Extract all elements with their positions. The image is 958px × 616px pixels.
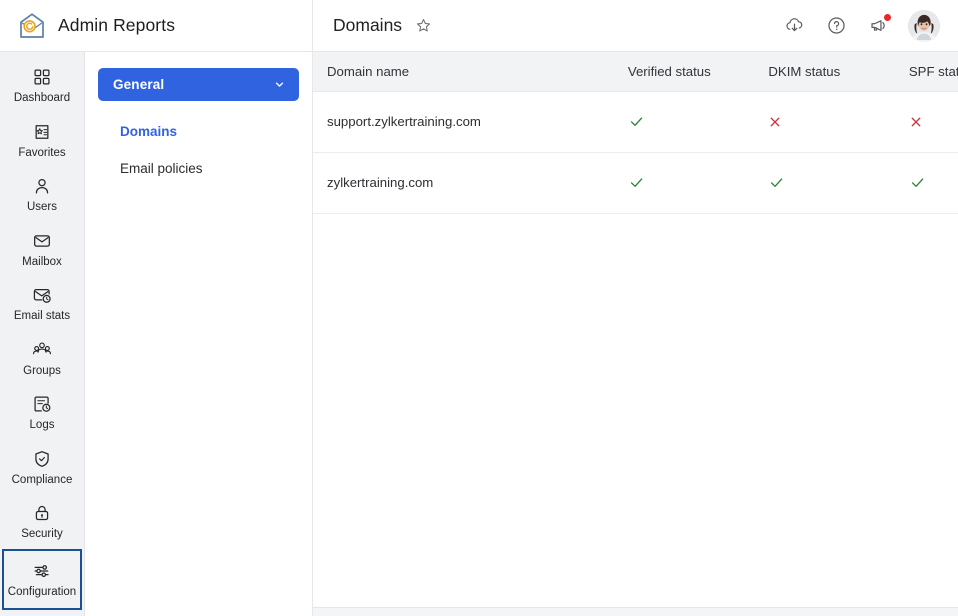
cell-dkim-status (754, 91, 895, 153)
home-mail-logo-icon (20, 12, 44, 38)
user-avatar[interactable] (908, 9, 940, 42)
envelope-clock-icon (31, 284, 53, 306)
sidebar-label: Security (21, 528, 63, 540)
domains-table-scroll[interactable]: Domain name Verified status DKIM status … (313, 52, 958, 607)
cell-spf-status (894, 91, 958, 153)
sidebar-item-mailbox[interactable]: Mailbox (0, 222, 84, 277)
column-header-verified-status[interactable]: Verified status (613, 52, 755, 92)
brand-title: Admin Reports (58, 15, 176, 35)
cell-verified-status (613, 152, 755, 214)
envelope-icon (31, 230, 53, 252)
cell-dkim-status (754, 152, 895, 214)
top-bar: Admin Reports Domains (0, 0, 958, 52)
sidebar-label: Logs (29, 419, 55, 431)
people-group-icon (31, 339, 53, 361)
domains-table: Domain name Verified status DKIM status … (313, 52, 958, 214)
sidebar-label: Dashboard (13, 92, 71, 104)
brand-area[interactable]: Admin Reports (0, 0, 313, 51)
status-cross-icon (909, 115, 958, 129)
page-bar-left: Domains (333, 15, 434, 37)
app-window: Admin Reports Domains Dashboard Favorite… (0, 0, 958, 616)
download-icon[interactable] (782, 14, 806, 38)
column-header-domain-name[interactable]: Domain name (313, 52, 614, 92)
table-row[interactable]: zylkertraining.com (313, 152, 958, 214)
general-dropdown[interactable]: General (98, 68, 299, 101)
main-content: Domain name Verified status DKIM status … (313, 52, 958, 616)
column-header-dkim-status[interactable]: DKIM status (754, 52, 895, 92)
shield-check-icon (31, 448, 53, 470)
sidebar-item-users[interactable]: Users (0, 167, 84, 222)
secondary-nav: General Domains Email policies (85, 52, 313, 616)
secondary-nav-list: Domains Email policies (98, 113, 299, 187)
column-header-spf-status[interactable]: SPF status (894, 52, 958, 92)
status-check-icon (628, 113, 741, 130)
status-check-icon (628, 174, 741, 191)
cell-verified-status (613, 91, 755, 153)
star-document-icon (31, 121, 53, 143)
cell-domain-name[interactable]: support.zylkertraining.com (313, 91, 614, 153)
cell-spf-status (894, 152, 958, 214)
sidebar-label: Email stats (13, 310, 71, 322)
sidebar-item-dashboard[interactable]: Dashboard (0, 58, 84, 113)
status-check-icon (768, 174, 881, 191)
chevron-down-icon (273, 78, 286, 91)
page-bar: Domains (313, 0, 958, 51)
person-icon (31, 175, 53, 197)
notification-badge (883, 12, 892, 22)
page-bar-right (782, 9, 940, 42)
general-dropdown-label: General (113, 77, 165, 92)
status-check-icon (909, 174, 958, 191)
bottom-bar (313, 607, 958, 616)
sidebar-label: Mailbox (22, 255, 62, 268)
sidebar-item-compliance[interactable]: Compliance (0, 440, 84, 495)
document-clock-icon (31, 393, 53, 415)
table-header: Domain name Verified status DKIM status … (313, 52, 958, 92)
table-header-row: Domain name Verified status DKIM status … (313, 52, 958, 92)
subnav-item-email-policies[interactable]: Email policies (98, 150, 299, 187)
lock-icon (31, 502, 53, 524)
announcements-icon[interactable] (866, 12, 892, 38)
sidebar-label: Configuration (7, 585, 77, 598)
sliders-icon (31, 560, 53, 582)
sidebar-item-logs[interactable]: Logs (0, 385, 84, 440)
sidebar-label: Compliance (11, 473, 73, 486)
sidebar-label: Groups (23, 364, 61, 377)
cell-domain-name[interactable]: zylkertraining.com (313, 152, 614, 214)
sidebar-item-security[interactable]: Security (0, 494, 84, 549)
page-title: Domains (333, 15, 403, 35)
grid-squares-icon (31, 66, 53, 88)
body: Dashboard Favorites Users Mailbox Email … (0, 52, 958, 616)
sidebar-label: Users (26, 201, 58, 213)
table-row[interactable]: support.zylkertraining.com (313, 91, 958, 153)
sidebar-item-groups[interactable]: Groups (0, 331, 84, 386)
star-outline-icon[interactable] (412, 15, 434, 37)
sidebar-item-configuration[interactable]: Configuration (2, 548, 82, 610)
subnav-item-domains[interactable]: Domains (98, 113, 299, 150)
sidebar-item-favorites[interactable]: Favorites (0, 113, 84, 168)
sidebar-item-email-stats[interactable]: Email stats (0, 276, 84, 331)
status-cross-icon (768, 115, 881, 129)
help-icon[interactable] (824, 14, 848, 38)
table-body: support.zylkertraining.com zylkertrainin… (313, 91, 958, 214)
icon-rail: Dashboard Favorites Users Mailbox Email … (0, 52, 85, 616)
sidebar-label: Favorites (18, 146, 66, 159)
